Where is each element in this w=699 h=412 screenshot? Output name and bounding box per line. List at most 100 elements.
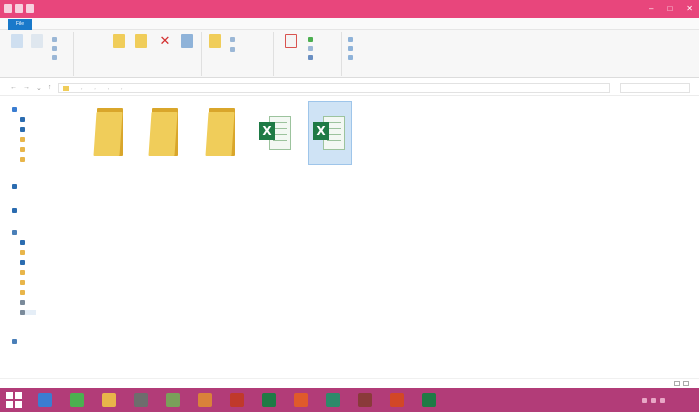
app-icon[interactable] — [230, 393, 244, 407]
file-item-selected[interactable]: X — [308, 101, 352, 165]
file-item[interactable]: X — [254, 102, 298, 166]
ribbon-tabs: File — [0, 18, 699, 30]
paste-shortcut-button[interactable] — [52, 54, 57, 61]
select-none-icon — [348, 46, 353, 51]
nav-item[interactable] — [20, 280, 28, 285]
title-bar: – □ ✕ — [0, 0, 699, 18]
tray-icon[interactable] — [642, 397, 647, 403]
excel-icon[interactable] — [262, 393, 276, 407]
nav-this-pc[interactable] — [12, 230, 20, 235]
delete-icon: ✕ — [159, 33, 171, 48]
nav-item[interactable] — [20, 300, 28, 305]
app-icon[interactable] — [358, 393, 372, 407]
invert-selection-button[interactable] — [348, 54, 353, 61]
nav-item[interactable] — [20, 157, 25, 162]
folder-item[interactable] — [143, 102, 187, 166]
breadcrumb-separator-icon: › — [121, 85, 123, 91]
folder-item[interactable] — [88, 102, 132, 166]
edit-button[interactable] — [308, 45, 313, 52]
network-icon[interactable] — [651, 397, 656, 403]
easy-access-button[interactable] — [230, 46, 235, 53]
folder-item[interactable] — [200, 102, 244, 166]
desktop-icon — [20, 117, 25, 122]
edit-icon — [308, 46, 313, 51]
nav-item[interactable] — [20, 117, 28, 122]
tab-file[interactable]: File — [8, 19, 32, 30]
select-none-button[interactable] — [348, 45, 353, 52]
chrome-icon[interactable] — [70, 393, 84, 407]
large-icons-view-icon[interactable] — [683, 381, 689, 386]
address-bar-row: ← → ⌄ ↑ › › › › — [0, 80, 699, 96]
new-item-button[interactable] — [230, 36, 235, 43]
properties-button[interactable] — [282, 34, 300, 50]
app-icon[interactable] — [198, 393, 212, 407]
nav-item[interactable] — [20, 137, 28, 142]
details-view-icon[interactable] — [674, 381, 680, 386]
cut-button[interactable] — [52, 36, 57, 43]
clock[interactable] — [669, 394, 693, 406]
folder-icon — [148, 108, 180, 156]
nav-homegroup[interactable] — [12, 208, 20, 213]
nav-item[interactable] — [20, 127, 28, 132]
copy-button[interactable] — [28, 34, 46, 50]
start-button[interactable] — [6, 392, 22, 408]
nav-item[interactable] — [20, 240, 28, 245]
nav-item[interactable] — [20, 260, 28, 265]
history-button[interactable] — [308, 54, 313, 61]
folder-icon[interactable] — [102, 393, 116, 407]
nav-item[interactable] — [20, 270, 28, 275]
forward-arrow-icon[interactable]: → — [23, 84, 30, 92]
app-icon[interactable] — [294, 393, 308, 407]
folder-icon[interactable] — [4, 4, 12, 13]
close-icon[interactable]: ✕ — [686, 4, 693, 13]
minimize-icon[interactable]: – — [649, 4, 653, 13]
nav-network[interactable] — [12, 339, 20, 344]
select-all-button[interactable] — [348, 36, 353, 43]
app-icon[interactable] — [166, 393, 180, 407]
up-arrow-icon[interactable]: ↑ — [48, 84, 52, 92]
recent-chevron-icon[interactable]: ⌄ — [36, 84, 42, 92]
tab-share[interactable] — [68, 19, 78, 30]
new-folder-button[interactable] — [206, 34, 224, 50]
new-folder-icon[interactable] — [26, 4, 34, 13]
excel-icon[interactable] — [422, 393, 436, 407]
search-input[interactable] — [620, 83, 690, 93]
breadcrumb-separator-icon: › — [81, 85, 83, 91]
nav-item[interactable] — [20, 250, 28, 255]
move-to-icon — [113, 34, 125, 48]
quick-access-toolbar — [4, 4, 34, 13]
nav-item[interactable] — [20, 147, 28, 152]
pin-icon — [11, 34, 23, 48]
file-explorer-icon[interactable] — [38, 393, 52, 407]
nav-onedrive[interactable] — [12, 184, 20, 189]
status-bar — [0, 378, 699, 388]
easy-access-icon — [230, 47, 235, 52]
new-folder-icon — [209, 34, 221, 48]
file-list: X X — [88, 97, 699, 378]
nav-item-selected[interactable] — [20, 310, 36, 315]
back-arrow-icon[interactable]: ← — [10, 84, 17, 92]
volume-icon[interactable] — [660, 397, 665, 403]
folder-icon — [205, 108, 237, 156]
powerpoint-icon[interactable] — [390, 393, 404, 407]
tab-home[interactable] — [42, 19, 52, 30]
pin-button[interactable] — [8, 34, 26, 50]
nav-item[interactable] — [20, 290, 28, 295]
media-icon[interactable] — [134, 393, 148, 407]
copy-path-button[interactable] — [52, 45, 57, 52]
delete-button[interactable]: ✕ — [156, 34, 174, 50]
copy-to-button[interactable] — [132, 34, 150, 50]
move-to-button[interactable] — [110, 34, 128, 50]
properties-icon[interactable] — [15, 4, 23, 13]
maximize-icon[interactable]: □ — [667, 4, 672, 13]
app-icon[interactable] — [326, 393, 340, 407]
window-controls: – □ ✕ — [649, 4, 693, 13]
rename-button[interactable] — [178, 34, 196, 50]
open-button[interactable] — [308, 36, 313, 43]
excel-icon: X — [259, 114, 293, 154]
nav-quick-access[interactable] — [12, 107, 20, 112]
navigation-pane — [0, 97, 86, 378]
star-icon — [12, 107, 17, 112]
address-bar[interactable]: › › › › — [58, 83, 610, 93]
tab-view[interactable] — [96, 19, 106, 30]
